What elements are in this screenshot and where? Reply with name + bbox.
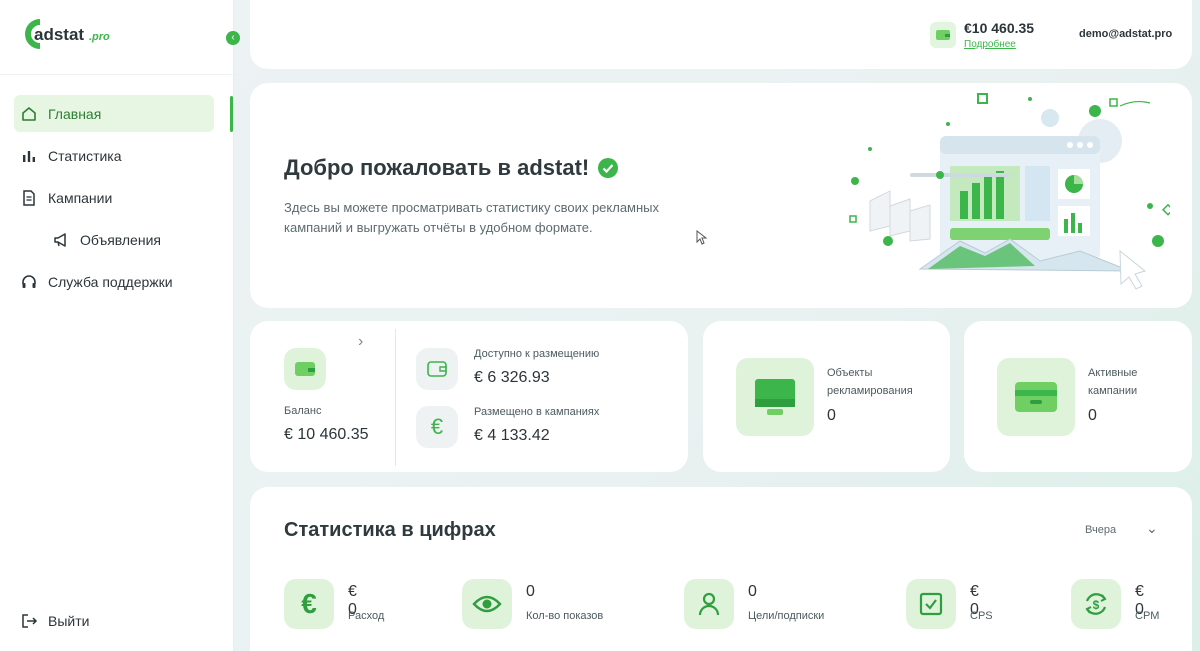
logout-label: Выйти [48, 613, 90, 629]
stats-title: Статистика в цифрах [284, 519, 496, 541]
wallet-icon [930, 22, 956, 48]
welcome-title-text: Добро пожаловать в adstat! [284, 155, 590, 180]
stat-label: Цели/подписки [748, 610, 825, 622]
stat-goals: 0 Цели/подписки [684, 579, 824, 629]
document-icon [20, 189, 38, 207]
wallet-icon [284, 348, 326, 390]
logo-suffix: .pro [89, 31, 110, 43]
campaigns-label-line2: кампании [1088, 385, 1138, 397]
sidebar-nav: Главная Статистика Кампании Объявления С… [14, 95, 214, 305]
active-indicator [230, 96, 233, 132]
sidebar-item-label: Главная [48, 105, 102, 122]
balance-details-link[interactable]: Подробнее [964, 39, 1016, 50]
available-value: € 6 326.93 [474, 369, 550, 386]
logout-button[interactable]: Выйти [20, 612, 89, 630]
home-icon [20, 105, 38, 123]
stat-label: CPM [1135, 610, 1160, 622]
stats-card: Статистика в цифрах Вчера ⌄ € € 0 Расход… [250, 487, 1192, 651]
stat-value: 0 [748, 583, 757, 600]
stat-label: CPS [970, 610, 993, 622]
sidebar-item-support[interactable]: Служба поддержки [14, 263, 214, 300]
wallet-outline-icon [416, 348, 458, 390]
stat-value: 0 [526, 583, 535, 600]
megaphone-icon [52, 231, 70, 249]
sidebar-item-label: Служба поддержки [48, 273, 173, 290]
welcome-card: Добро пожаловать в adstat! Здесь вы може… [250, 83, 1192, 308]
headset-icon [20, 273, 38, 291]
euro-icon: € [416, 406, 458, 448]
divider [395, 329, 396, 466]
sidebar-item-label: Объявления [80, 231, 161, 248]
header-balance: €10 460.35 [964, 20, 1035, 36]
euro-glyph: € [430, 414, 444, 439]
user-icon [684, 579, 734, 629]
checkbox-icon [906, 579, 956, 629]
campaigns-count: 0 [1088, 407, 1097, 424]
objects-label-line2: рекламирования [827, 385, 913, 397]
period-select[interactable]: Вчера [1085, 524, 1116, 536]
sidebar-item-campaigns[interactable]: Кампании [14, 179, 214, 216]
campaigns-label-line1: Активные [1088, 367, 1138, 379]
stat-label: Расход [348, 610, 385, 622]
chevron-down-icon[interactable]: ⌄ [1146, 520, 1158, 537]
currency-refresh-icon: $ [1071, 579, 1121, 629]
sidebar-item-label: Статистика [48, 147, 122, 164]
adstat-logo[interactable]: adstat .pro [20, 16, 130, 52]
svg-text:$: $ [1093, 598, 1100, 612]
sidebar-item-label: Кампании [48, 189, 113, 206]
mouse-cursor-icon [696, 230, 708, 245]
logo-area: adstat .pro [0, 0, 233, 75]
balance-label: Баланс [284, 405, 322, 417]
eye-icon [462, 579, 512, 629]
sidebar: adstat .pro Главная Статистика Кампании [0, 0, 234, 651]
stat-spend: € € 0 Расход [284, 579, 384, 629]
ad-objects-card[interactable]: Объекты рекламирования 0 [703, 321, 950, 472]
stat-label: Кол-во показов [526, 610, 604, 622]
logo-text: adstat [34, 25, 84, 44]
top-bar: €10 460.35 Подробнее demo@adstat.pro [250, 0, 1192, 69]
sidebar-item-statistics[interactable]: Статистика [14, 137, 214, 174]
monitor-icon [736, 358, 814, 436]
card-icon [997, 358, 1075, 436]
objects-label-line1: Объекты [827, 367, 873, 379]
objects-count: 0 [827, 407, 836, 424]
stat-impressions: 0 Кол-во показов [462, 579, 603, 629]
sidebar-collapse-button[interactable]: ‹ [226, 31, 240, 45]
welcome-text: Здесь вы можете просматривать статистику… [284, 200, 660, 235]
placed-value: € 4 133.42 [474, 427, 550, 444]
balance-card[interactable]: › Баланс € 10 460.35 Доступно к размещен… [250, 321, 688, 472]
sidebar-item-home[interactable]: Главная [14, 95, 214, 132]
logout-icon [20, 612, 38, 630]
check-circle-icon [598, 158, 619, 178]
balance-value: € 10 460.35 [284, 426, 369, 443]
bar-chart-icon [20, 147, 38, 165]
chevron-right-icon[interactable]: › [358, 333, 363, 351]
euro-icon: € [284, 579, 334, 629]
user-email[interactable]: demo@adstat.pro [1079, 28, 1172, 40]
dashboard-illustration [849, 93, 1170, 290]
stat-cpm: $ € 0 CPM [1071, 579, 1159, 629]
welcome-title: Добро пожаловать в adstat! [284, 155, 619, 181]
sidebar-item-ads[interactable]: Объявления [14, 221, 214, 258]
stat-cps: € 0 CPS [906, 579, 993, 629]
available-label: Доступно к размещению [474, 348, 600, 360]
chevron-left-icon: ‹ [231, 32, 235, 43]
euro-glyph: € [301, 588, 317, 619]
active-campaigns-card[interactable]: Активные кампании 0 [964, 321, 1192, 472]
placed-label: Размещено в кампаниях [474, 406, 600, 418]
